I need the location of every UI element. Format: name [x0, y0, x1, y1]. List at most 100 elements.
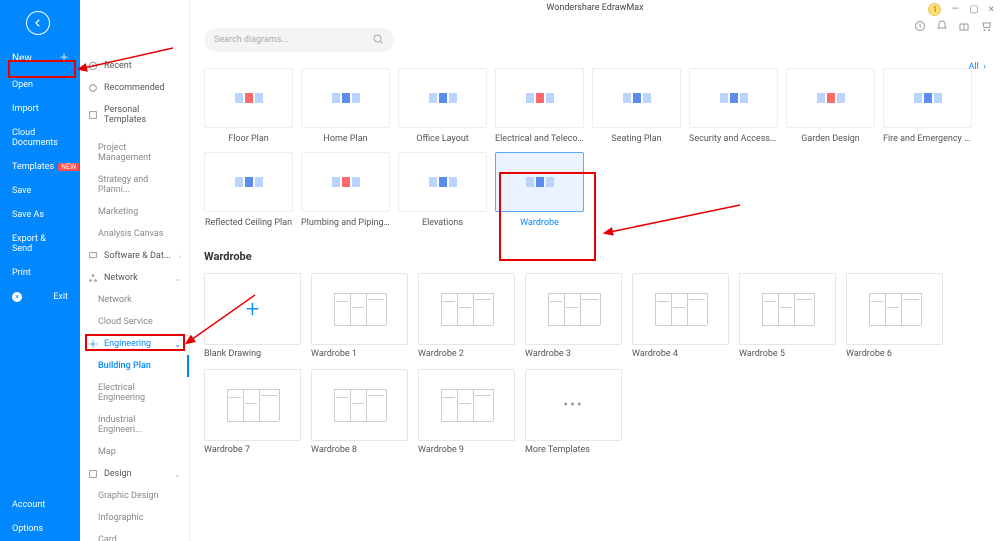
cat-building-plan[interactable]: Building Plan	[80, 355, 189, 377]
section-title: Wardrobe	[190, 236, 1000, 267]
cat-analysis[interactable]: Analysis Canvas	[80, 223, 189, 245]
minimize-button[interactable]: —	[951, 4, 959, 15]
tile-label: Garden Design	[786, 134, 875, 144]
cat-engineering[interactable]: Engineering⌄	[80, 333, 189, 355]
template-icon	[88, 110, 98, 120]
template-label: More Templates	[525, 441, 622, 455]
cat-design[interactable]: Design⌄	[80, 463, 189, 485]
cat-recommended[interactable]: Recommended	[80, 77, 189, 99]
sidebar-options[interactable]: Options	[0, 517, 80, 541]
cat-electrical-eng[interactable]: Electrical Engineering	[80, 377, 189, 409]
cat-recent[interactable]: Recent	[80, 55, 189, 77]
template-thumb	[311, 273, 408, 345]
cat-cloud-service[interactable]: Cloud Service	[80, 311, 189, 333]
cart-icon[interactable]	[980, 20, 992, 35]
template-label: Wardrobe 9	[418, 441, 515, 455]
sidebar-new[interactable]: New +	[0, 43, 80, 73]
plan-tile[interactable]: Wardrobe	[495, 152, 584, 228]
user-badge[interactable]: 1	[928, 3, 941, 16]
plan-tile[interactable]: Reflected Ceiling Plan	[204, 152, 293, 228]
plan-tile[interactable]: Floor Plan	[204, 68, 293, 144]
template-thumb	[418, 369, 515, 441]
template-tile[interactable]: Wardrobe 9	[418, 369, 515, 455]
cat-infographic[interactable]: Infographic	[80, 507, 189, 529]
sidebar-print[interactable]: Print	[0, 261, 80, 285]
template-tile[interactable]: Wardrobe 6	[846, 273, 943, 359]
tile-label: Office Layout	[398, 134, 487, 144]
sidebar-templates[interactable]: TemplatesNEW	[0, 155, 80, 179]
all-link[interactable]: All ›	[969, 62, 986, 72]
cat-industrial[interactable]: Industrial Engineeri...	[80, 409, 189, 441]
clock-icon[interactable]	[914, 20, 926, 35]
plan-tile[interactable]: Security and Access Pl...	[689, 68, 778, 144]
template-label: Wardrobe 6	[846, 345, 943, 359]
main-area: Wondershare EdrawMax 1 — ▢ × Search diag…	[190, 0, 1000, 541]
sidebar-exit[interactable]: ×Exit	[0, 285, 80, 309]
cat-network-sub[interactable]: Network	[80, 289, 189, 311]
template-label: Wardrobe 3	[525, 345, 622, 359]
template-thumb	[311, 369, 408, 441]
cat-network[interactable]: Network⌄	[80, 267, 189, 289]
plan-tile[interactable]: Home Plan	[301, 68, 390, 144]
template-tile[interactable]: Wardrobe 3	[525, 273, 622, 359]
sidebar-save-as[interactable]: Save As	[0, 203, 80, 227]
cat-map[interactable]: Map	[80, 441, 189, 463]
clock-icon	[88, 61, 98, 71]
plan-tile[interactable]: Plumbing and Piping ...	[301, 152, 390, 228]
close-button[interactable]: ×	[989, 4, 994, 15]
plan-tile[interactable]: Garden Design	[786, 68, 875, 144]
template-label: Wardrobe 4	[632, 345, 729, 359]
template-tile[interactable]: Wardrobe 1	[311, 273, 408, 359]
wardrobe-preview	[330, 385, 390, 425]
maximize-button[interactable]: ▢	[969, 4, 978, 15]
search-icon	[372, 33, 384, 48]
sidebar-open[interactable]: Open	[0, 73, 80, 97]
template-tile[interactable]: •••More Templates	[525, 369, 622, 455]
cat-card[interactable]: Card	[80, 529, 189, 541]
tile-label: Floor Plan	[204, 134, 293, 144]
design-icon	[88, 469, 98, 479]
tile-thumb	[398, 68, 487, 128]
gift-icon[interactable]	[958, 20, 970, 35]
template-tile[interactable]: Wardrobe 8	[311, 369, 408, 455]
plan-tile[interactable]: Office Layout	[398, 68, 487, 144]
app-title: Wondershare EdrawMax	[190, 3, 1000, 13]
back-button[interactable]	[26, 11, 50, 35]
plan-tile[interactable]: Electrical and Telecom...	[495, 68, 584, 144]
template-tile[interactable]: + Blank Drawing	[204, 273, 301, 359]
cat-project-management[interactable]: Project Management	[80, 137, 189, 169]
plan-tile[interactable]: Elevations	[398, 152, 487, 228]
sidebar-import[interactable]: Import	[0, 97, 80, 121]
template-tile[interactable]: Wardrobe 7	[204, 369, 301, 455]
template-tile[interactable]: Wardrobe 4	[632, 273, 729, 359]
template-label: Blank Drawing	[204, 345, 301, 359]
template-label: Wardrobe 8	[311, 441, 408, 455]
sidebar-export[interactable]: Export & Send	[0, 227, 80, 261]
toolbar-icons	[914, 20, 992, 35]
bell-icon[interactable]	[936, 20, 948, 35]
cat-marketing[interactable]: Marketing	[80, 201, 189, 223]
plan-type-grid: Floor Plan Home Plan Office Layout Elect…	[190, 60, 1000, 236]
wardrobe-preview	[330, 289, 390, 329]
tile-label: Reflected Ceiling Plan	[204, 218, 293, 228]
sidebar-account[interactable]: Account	[0, 493, 80, 517]
cat-software[interactable]: Software & Dat...›	[80, 245, 189, 267]
cat-strategy[interactable]: Strategy and Planni...	[80, 169, 189, 201]
template-label: Wardrobe 2	[418, 345, 515, 359]
plan-tile[interactable]: Fire and Emergency Pl...	[883, 68, 972, 144]
template-thumb	[418, 273, 515, 345]
plan-tile[interactable]: Seating Plan	[592, 68, 681, 144]
search-input[interactable]: Search diagrams...	[204, 28, 394, 52]
template-tile[interactable]: Wardrobe 2	[418, 273, 515, 359]
plus-icon: +	[246, 295, 260, 323]
cat-personal-templates[interactable]: Personal Templates	[80, 99, 189, 131]
tile-thumb	[786, 68, 875, 128]
tile-label: Plumbing and Piping ...	[301, 218, 390, 228]
new-badge: NEW	[58, 163, 79, 171]
sidebar-cloud-documents[interactable]: Cloud Documents	[0, 121, 80, 155]
sidebar-save[interactable]: Save	[0, 179, 80, 203]
template-thumb	[204, 369, 301, 441]
cat-graphic-design[interactable]: Graphic Design	[80, 485, 189, 507]
tile-thumb	[592, 68, 681, 128]
template-tile[interactable]: Wardrobe 5	[739, 273, 836, 359]
